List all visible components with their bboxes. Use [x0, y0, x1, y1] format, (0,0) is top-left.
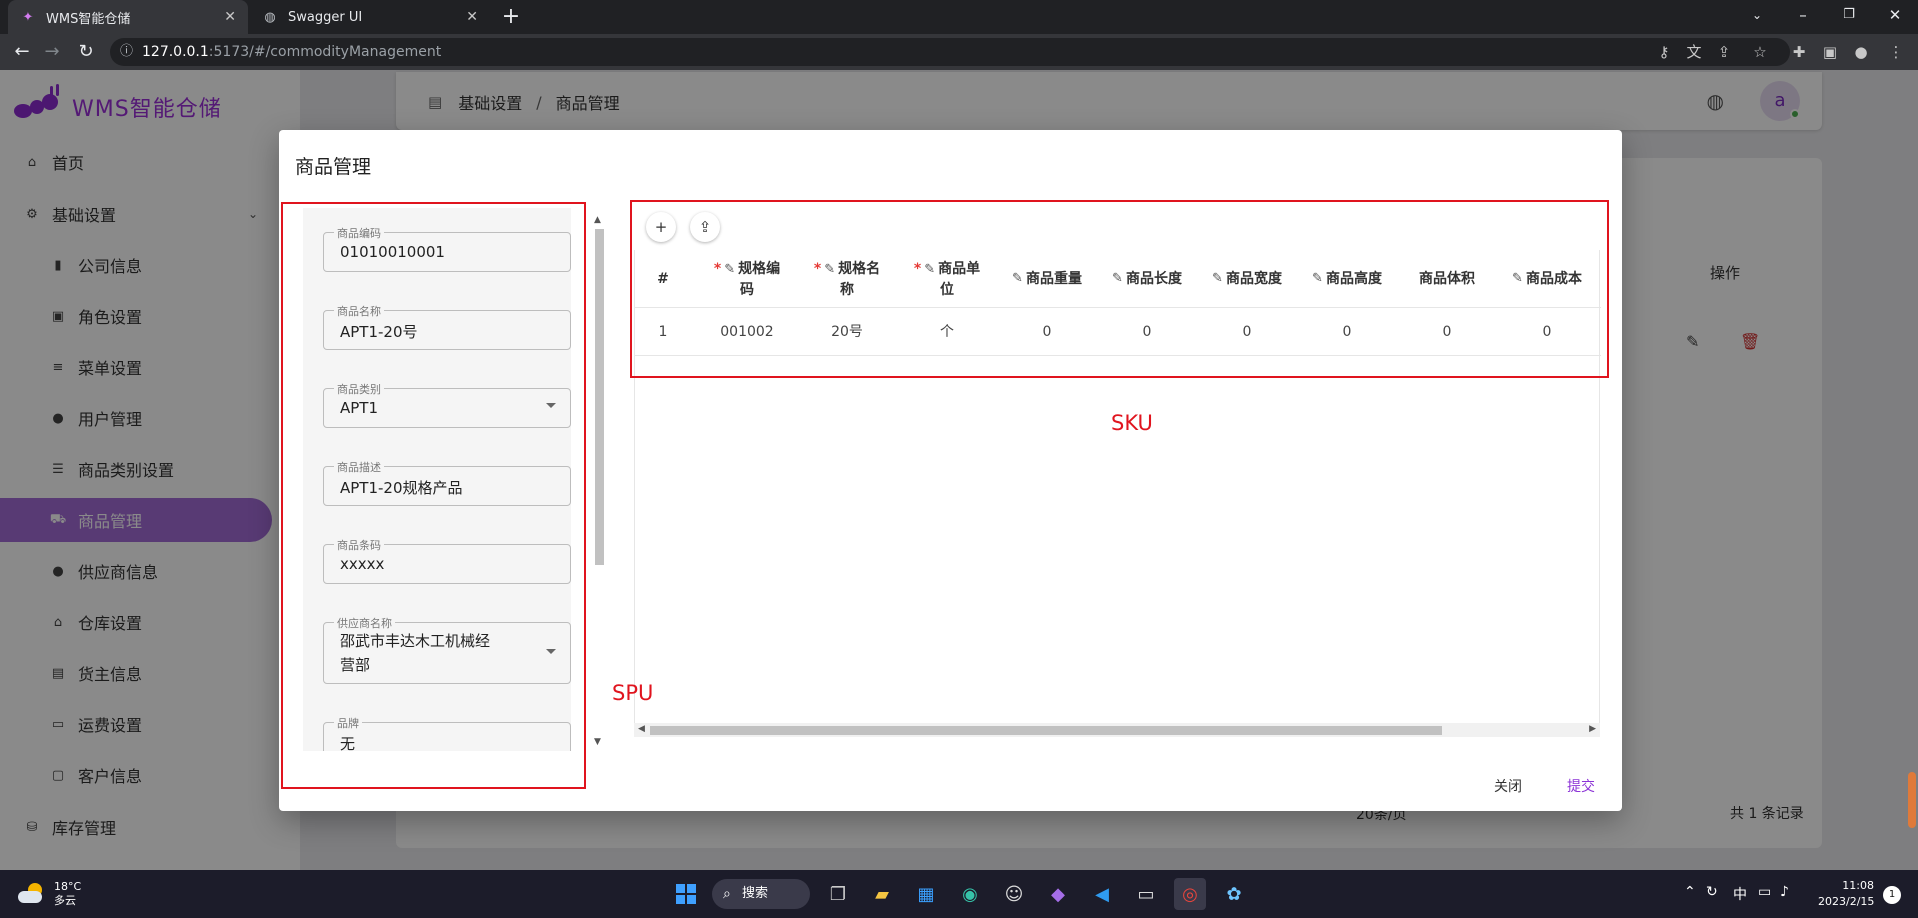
new-tab-button[interactable]: +	[498, 4, 524, 30]
chrome-icon[interactable]: ◎	[1174, 878, 1206, 910]
tab-swagger[interactable]: ◍ Swagger UI ✕	[250, 0, 490, 34]
tray-expand-icon[interactable]: ⌃	[1684, 884, 1696, 900]
visual-studio-icon[interactable]: ◆	[1042, 878, 1074, 910]
vscode-icon[interactable]: ◀	[1086, 878, 1118, 910]
tab-search-icon[interactable]: ⌄	[1734, 0, 1780, 34]
scrollbar-thumb[interactable]	[650, 726, 1442, 735]
bookmark-star-icon[interactable]: ☆	[1750, 42, 1770, 62]
submit-button[interactable]: 提交	[1567, 776, 1595, 796]
address-bar[interactable]: ⓘ 127.0.0.1:5173/#/commodityManagement	[110, 38, 1790, 66]
tab-title: Swagger UI	[288, 9, 363, 25]
start-icon[interactable]	[670, 878, 702, 910]
close-button[interactable]: 关闭	[1494, 776, 1522, 796]
scroll-right-icon[interactable]: ▶	[1589, 724, 1596, 734]
scroll-down-icon[interactable]: ▼	[594, 737, 601, 747]
weather-desc: 多云	[54, 894, 76, 907]
translate-icon[interactable]: 文	[1684, 42, 1704, 62]
window-close-button[interactable]: ✕	[1872, 0, 1918, 34]
ime-indicator[interactable]: 中	[1733, 884, 1747, 904]
scrollbar-thumb[interactable]	[595, 229, 604, 565]
tab-wms[interactable]: ✦ WMS智能仓储 ✕	[8, 0, 248, 34]
globe-icon: ◍	[264, 9, 276, 25]
weather-temp: 18°C	[54, 880, 82, 893]
key-icon[interactable]: ⚷	[1654, 42, 1674, 62]
url-path: :5173/#/commodityManagement	[208, 44, 442, 60]
tab-title: WMS智能仓储	[46, 11, 131, 27]
task-view-icon[interactable]: ❐	[822, 878, 854, 910]
thermometer-icon	[1908, 772, 1916, 828]
spu-annotation-box	[281, 202, 586, 789]
notification-badge[interactable]: 1	[1883, 886, 1901, 904]
browser-toolbar: ← → ↻ ⓘ 127.0.0.1:5173/#/commodityManage…	[0, 34, 1918, 70]
close-icon[interactable]: ✕	[224, 9, 236, 25]
spu-scrollbar[interactable]: ▲ ▼	[592, 215, 606, 747]
url-host: 127.0.0.1	[142, 44, 209, 60]
network-icon[interactable]: ▭	[1758, 884, 1771, 900]
sku-annotation-box	[630, 200, 1609, 378]
spu-annotation-label: SPU	[612, 681, 654, 705]
forward-icon[interactable]: →	[38, 38, 66, 66]
edge-icon[interactable]: ◉	[954, 878, 986, 910]
terminal-icon[interactable]: ▭	[1130, 878, 1162, 910]
taskbar: 18°C 多云 ⌕ 搜索 ❐ ▰ ▦ ◉ ☺ ◆ ◀ ▭ ◎ ✿ ⌃ ↻ 中 ▭ …	[0, 870, 1918, 918]
browser-tabbar: ✦ WMS智能仓储 ✕ ◍ Swagger UI ✕ + ⌄ – ❐ ✕	[0, 0, 1918, 34]
sync-icon[interactable]: ↻	[1706, 884, 1718, 900]
search-label: 搜索	[742, 886, 769, 901]
minimize-button[interactable]: –	[1780, 0, 1826, 34]
extensions-icon[interactable]: ✚	[1789, 42, 1809, 62]
file-explorer-icon[interactable]: ▰	[866, 878, 898, 910]
profile-icon[interactable]: ●	[1851, 42, 1871, 62]
volume-icon[interactable]: ♪	[1780, 884, 1789, 900]
chat-icon[interactable]: ☺	[998, 878, 1030, 910]
restore-button[interactable]: ❐	[1826, 0, 1872, 34]
scroll-left-icon[interactable]: ◀	[638, 724, 645, 734]
more-icon[interactable]: ⋮	[1886, 42, 1906, 62]
back-icon[interactable]: ←	[8, 38, 36, 66]
app-icon[interactable]: ✿	[1218, 878, 1250, 910]
table-horizontal-scrollbar[interactable]: ◀ ▶	[634, 723, 1600, 737]
clock-time: 11:08	[1842, 879, 1874, 892]
store-icon[interactable]: ▦	[910, 878, 942, 910]
reload-icon[interactable]: ↻	[72, 38, 100, 66]
dialog-title: 商品管理	[295, 156, 372, 178]
weather-widget[interactable]: 18°C 多云	[18, 880, 81, 908]
share-icon[interactable]: ⇪	[1714, 42, 1734, 62]
partly-cloudy-icon	[18, 883, 44, 905]
close-icon[interactable]: ✕	[466, 9, 478, 25]
taskbar-search[interactable]: ⌕ 搜索	[712, 879, 810, 909]
clock-date: 2023/2/15	[1818, 895, 1875, 908]
clock[interactable]: 11:08 2023/2/15	[1818, 878, 1874, 910]
info-icon[interactable]: ⓘ	[120, 38, 133, 66]
scroll-up-icon[interactable]: ▲	[594, 215, 601, 225]
ant-icon: ✦	[22, 9, 34, 25]
sku-annotation-label: SKU	[1111, 411, 1153, 435]
search-icon: ⌕	[723, 886, 731, 902]
sidepanel-icon[interactable]: ▣	[1820, 42, 1840, 62]
